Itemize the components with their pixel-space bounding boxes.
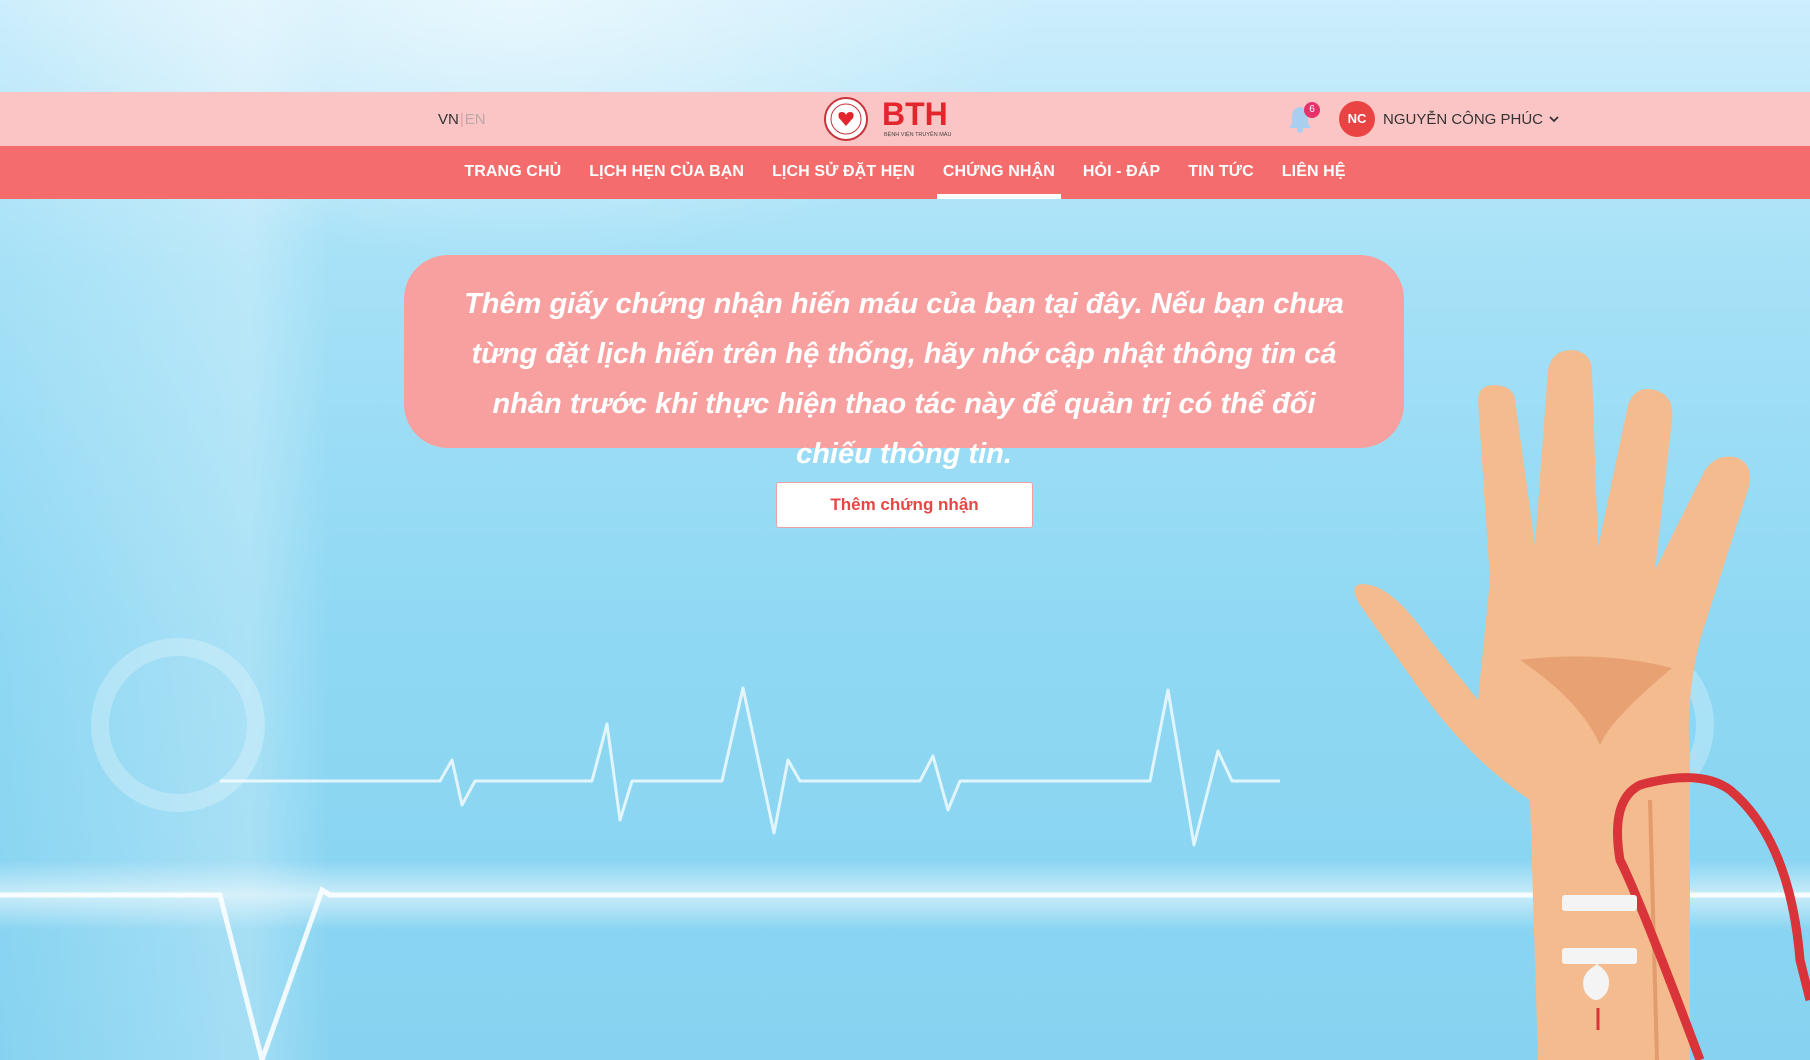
site-logo[interactable]: BTH BỆNH VIỆN TRUYỀN MÁU HUYẾT HỌC xyxy=(822,95,985,143)
logo-text: BTH xyxy=(882,96,948,132)
lang-vn[interactable]: VN xyxy=(438,111,459,128)
avatar[interactable]: NC xyxy=(1339,101,1375,137)
add-certificate-button[interactable]: Thêm chứng nhận xyxy=(776,482,1033,528)
nav-item-news[interactable]: TIN TỨC xyxy=(1174,146,1268,199)
chevron-down-icon[interactable] xyxy=(1547,112,1561,126)
language-switcher: VN|EN xyxy=(438,111,486,128)
lang-en[interactable]: EN xyxy=(465,111,486,128)
main-nav: TRANG CHỦ LỊCH HẸN CỦA BẠN LỊCH SỬ ĐẶT H… xyxy=(0,146,1810,199)
logo-subtext: BỆNH VIỆN TRUYỀN MÁU HUYẾT HỌC xyxy=(884,130,952,138)
lang-separator: | xyxy=(459,111,464,128)
nav-item-faq[interactable]: HỎI - ĐÁP xyxy=(1069,146,1174,199)
top-bar: VN|EN BTH BỆNH VIỆN TRUYỀN MÁU HUYẾT HỌC… xyxy=(0,92,1810,146)
nav-item-booking-history[interactable]: LỊCH SỬ ĐẶT HẸN xyxy=(758,146,929,199)
nav-item-appointments[interactable]: LỊCH HẸN CỦA BẠN xyxy=(575,146,758,199)
notification-badge: 6 xyxy=(1304,102,1320,118)
hand-illustration xyxy=(1354,350,1810,1060)
nav-item-home[interactable]: TRANG CHỦ xyxy=(450,146,575,199)
certificate-notice: Thêm giấy chứng nhận hiến máu của bạn tạ… xyxy=(404,255,1404,470)
nav-item-contact[interactable]: LIÊN HỆ xyxy=(1268,146,1360,199)
nav-item-certificates[interactable]: CHỨNG NHẬN xyxy=(929,146,1069,199)
hospital-seal-icon xyxy=(824,97,868,141)
main-nav-bar: TRANG CHỦ LỊCH HẸN CỦA BẠN LỊCH SỬ ĐẶT H… xyxy=(0,146,1810,199)
user-name[interactable]: NGUYỄN CÔNG PHÚC xyxy=(1383,111,1543,128)
